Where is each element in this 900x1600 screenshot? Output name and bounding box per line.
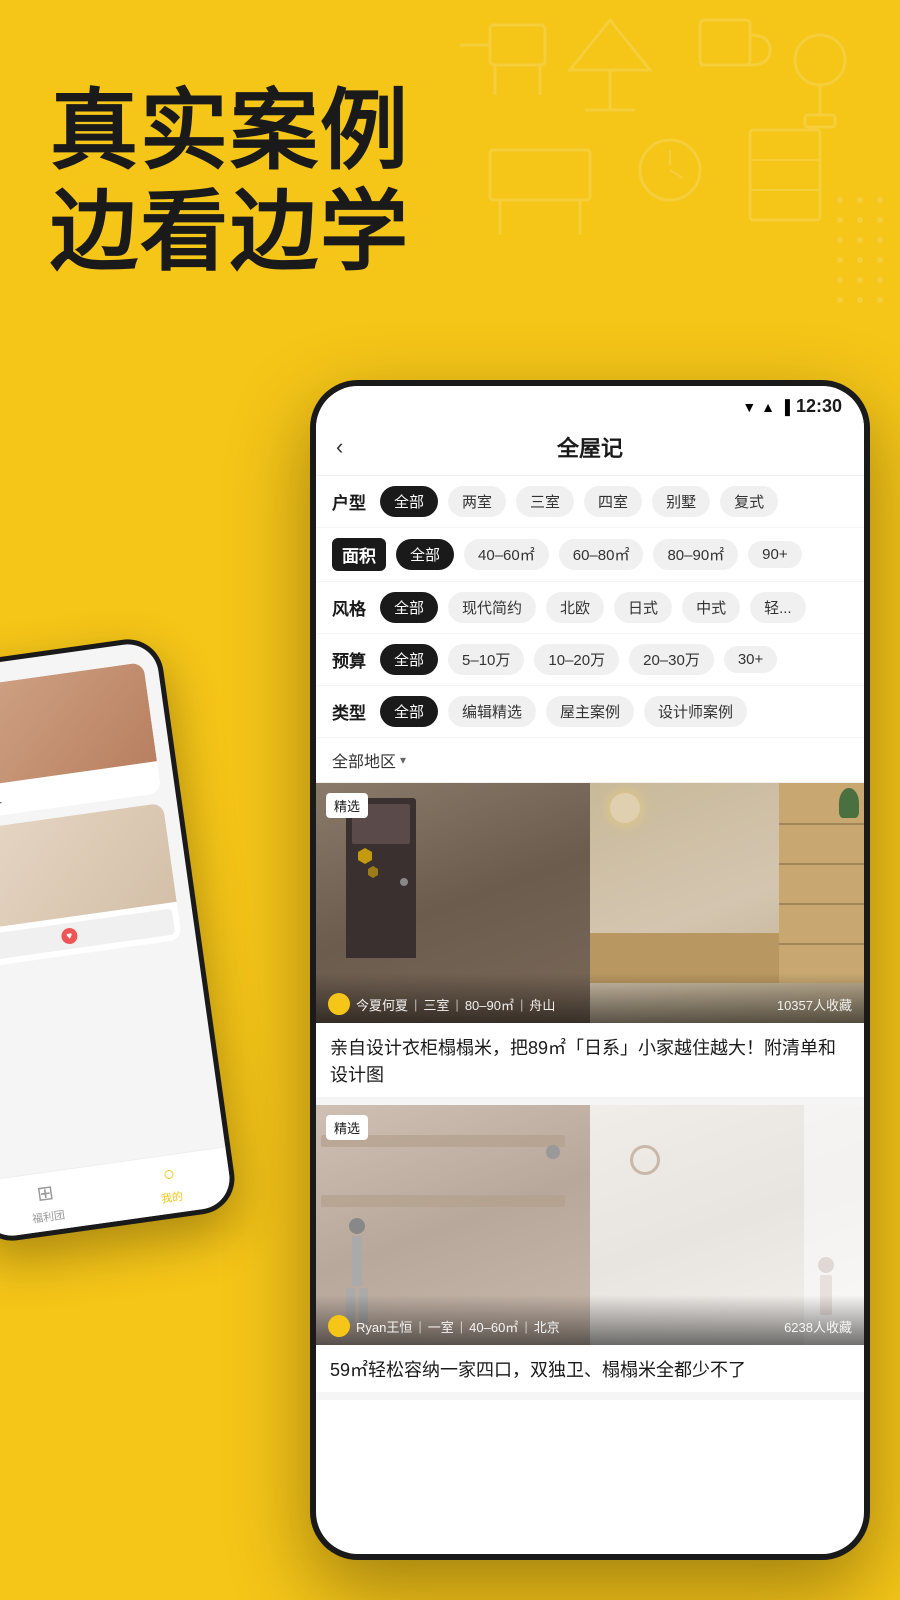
filter-tag-huxing-3[interactable]: 三室 (516, 486, 574, 517)
status-icons: ▼ ▲ ▐ (742, 399, 790, 415)
filter-tag-huxing-5[interactable]: 别墅 (652, 486, 710, 517)
region-text: 全部地区 (332, 748, 396, 772)
filter-tag-style-1[interactable]: 现代简约 (448, 592, 536, 623)
app-header: ‹ 全屋记 (316, 423, 864, 476)
filter-label-area: 面积 (332, 538, 386, 571)
card-2-title: 59㎡轻松容纳一家四口，双独卫、榻榻米全都少不了 (316, 1345, 864, 1392)
nav-label-welfare: 福利团 (31, 1206, 66, 1226)
card-1-badge: 精选 (326, 793, 368, 818)
filter-tag-huxing-all[interactable]: 全部 (380, 486, 438, 517)
filter-tag-type-2[interactable]: 屋主案例 (546, 696, 634, 727)
card-2-meta-left: Ryan王恒 | 一室 | 40–60㎡ | 北京 (328, 1315, 560, 1337)
back-button[interactable]: ‹ (336, 434, 343, 460)
content-area: 精选 今夏何夏 | 三室 | 80–90㎡ | (316, 783, 864, 1400)
nav-item-welfare[interactable]: ⊞ 福利团 (27, 1179, 66, 1227)
main-phone-mockup: ▼ ▲ ▐ 12:30 ‹ 全屋记 户型 全部 两室 三室 四室 (310, 380, 870, 1580)
wifi-icon: ▼ (742, 399, 756, 415)
card-2-saves: 6238人收藏 (784, 1317, 852, 1336)
filter-label-huxing: 户型 (332, 489, 370, 514)
status-bar: ▼ ▲ ▐ 12:30 (316, 386, 864, 423)
filter-label-type: 类型 (332, 699, 370, 724)
card-1-area: 80–90㎡ (465, 995, 514, 1014)
filter-label-style: 风格 (332, 595, 370, 620)
filter-tag-type-1[interactable]: 编辑精选 (448, 696, 536, 727)
nav-item-mine[interactable]: ○ 我的 (156, 1162, 184, 1209)
card-2-image: 精选 Ryan王恒 | 一室 | 40–60㎡ (316, 1105, 864, 1345)
region-selector[interactable]: 全部地区 ▾ (316, 738, 864, 783)
card-2-area: 40–60㎡ (469, 1317, 518, 1336)
hero-line1: 真实案例 (50, 80, 410, 181)
card-2-meta: Ryan王恒 | 一室 | 40–60㎡ | 北京 6238人收藏 (316, 1295, 864, 1345)
secondary-nav: ⊞ 福利团 ○ 我的 (0, 1146, 233, 1239)
phone-frame: ▼ ▲ ▐ 12:30 ‹ 全屋记 户型 全部 两室 三室 四室 (310, 380, 870, 1560)
card-1-title: 亲自设计衣柜榻榻米，把89㎡「日系」小家越住越大！附清单和设计图 (316, 1023, 864, 1097)
card-2-avatar (328, 1315, 350, 1337)
mine-icon: ○ (161, 1163, 176, 1187)
filter-tag-budget-all[interactable]: 全部 (380, 644, 438, 675)
filter-tag-style-2[interactable]: 北欧 (546, 592, 604, 623)
filter-tag-area-4[interactable]: 90+ (748, 541, 801, 568)
filter-row-style: 风格 全部 现代简约 北欧 日式 中式 轻... (316, 582, 864, 634)
filter-tag-style-all[interactable]: 全部 (380, 592, 438, 623)
filter-tag-type-3[interactable]: 设计师案例 (644, 696, 747, 727)
filter-tag-budget-1[interactable]: 5–10万 (448, 644, 524, 675)
card-1-author: 今夏何夏 (356, 995, 408, 1014)
welfare-icon: ⊞ (35, 1180, 55, 1207)
card-1-meta-left: 今夏何夏 | 三室 | 80–90㎡ | 舟山 (328, 993, 555, 1015)
card-1[interactable]: 精选 今夏何夏 | 三室 | 80–90㎡ | (316, 783, 864, 1097)
filter-row-huxing: 户型 全部 两室 三室 四室 别墅 复式 (316, 476, 864, 528)
filter-row-type: 类型 全部 编辑精选 屋主案例 设计师案例 (316, 686, 864, 738)
hero-line2: 边看边学 (50, 181, 410, 282)
filter-tag-huxing-2[interactable]: 两室 (448, 486, 506, 517)
filter-tag-area-1[interactable]: 40–60㎡ (464, 539, 549, 570)
filter-tag-huxing-4[interactable]: 四室 (584, 486, 642, 517)
hero-text: 真实案例 边看边学 (50, 80, 410, 282)
filter-tag-type-all[interactable]: 全部 (380, 696, 438, 727)
filter-tag-budget-4[interactable]: 30+ (724, 646, 777, 673)
filter-tag-area-all[interactable]: 全部 (396, 539, 454, 570)
card-1-image: 精选 今夏何夏 | 三室 | 80–90㎡ | (316, 783, 864, 1023)
card-2-room-type: 一室 (428, 1317, 454, 1336)
card-1-avatar (328, 993, 350, 1015)
filter-tag-style-3[interactable]: 日式 (614, 592, 672, 623)
filter-tag-budget-3[interactable]: 20–30万 (629, 644, 714, 675)
filter-tag-style-4[interactable]: 中式 (682, 592, 740, 623)
signal-icon: ▲ (761, 399, 775, 415)
battery-icon: ▐ (780, 399, 790, 415)
nav-label-mine: 我的 (160, 1188, 184, 1207)
filter-row-budget: 预算 全部 5–10万 10–20万 20–30万 30+ (316, 634, 864, 686)
card-1-meta: 今夏何夏 | 三室 | 80–90㎡ | 舟山 10357人收藏 (316, 973, 864, 1023)
card-1-city: 舟山 (529, 995, 555, 1014)
filter-tag-area-2[interactable]: 60–80㎡ (559, 539, 644, 570)
app-title: 全屋记 (557, 431, 623, 463)
card-1-room-type: 三室 (423, 995, 449, 1014)
card-2-author: Ryan王恒 (356, 1317, 412, 1336)
decorative-icons (440, 0, 900, 380)
phone-screen: ▼ ▲ ▐ 12:30 ‹ 全屋记 户型 全部 两室 三室 四室 (316, 386, 864, 1554)
filter-section: 户型 全部 两室 三室 四室 别墅 复式 面积 全部 40–60㎡ 60–80㎡… (316, 476, 864, 783)
filter-label-budget: 预算 (332, 647, 370, 672)
card-2-city: 北京 (534, 1317, 560, 1336)
card-1-saves: 10357人收藏 (777, 995, 852, 1014)
filter-tag-budget-2[interactable]: 10–20万 (534, 644, 619, 675)
card-2-badge: 精选 (326, 1115, 368, 1140)
filter-tag-area-3[interactable]: 80–90㎡ (653, 539, 738, 570)
filter-tag-style-5[interactable]: 轻... (750, 592, 806, 623)
filter-tag-huxing-6[interactable]: 复式 (720, 486, 778, 517)
filter-row-area: 面积 全部 40–60㎡ 60–80㎡ 80–90㎡ 90+ (316, 528, 864, 582)
status-time: 12:30 (796, 396, 842, 417)
region-arrow-icon: ▾ (400, 753, 406, 767)
card-2[interactable]: 精选 Ryan王恒 | 一室 | 40–60㎡ (316, 1105, 864, 1392)
